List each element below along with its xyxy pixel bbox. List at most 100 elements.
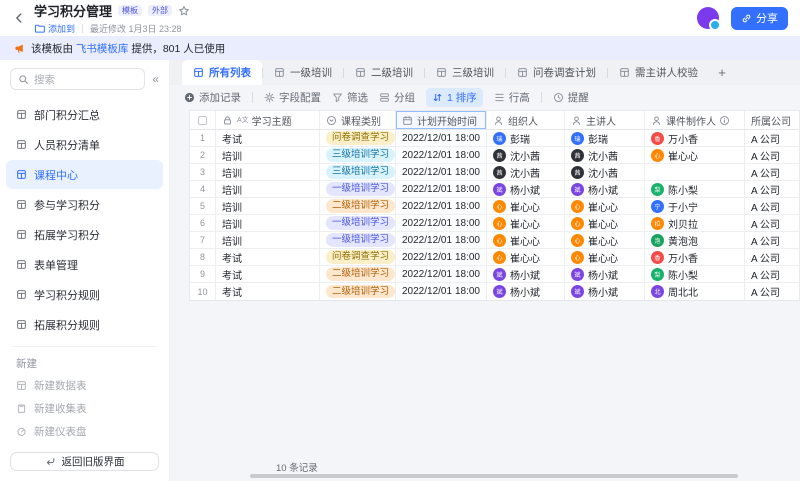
- organizer-cell[interactable]: 茜沈小茜: [487, 164, 565, 180]
- col-topic[interactable]: A文 学习主题: [216, 111, 320, 129]
- topic-cell[interactable]: 培训: [216, 215, 320, 231]
- start-time-cell[interactable]: 2022/12/01 18:00: [396, 232, 487, 248]
- new-datasheet-button[interactable]: 新建数据表: [0, 374, 169, 397]
- topic-cell[interactable]: 培训: [216, 198, 320, 214]
- template-library-link[interactable]: 飞书模板库: [76, 43, 129, 55]
- topic-cell[interactable]: 培训: [216, 181, 320, 197]
- speaker-cell[interactable]: 斌杨小斌: [565, 181, 645, 197]
- courseware-maker-cell[interactable]: 梨陈小梨: [645, 181, 745, 197]
- col-organizer[interactable]: 组织人: [487, 111, 565, 129]
- organizer-cell[interactable]: 茜沈小茜: [487, 147, 565, 163]
- col-courseware-maker[interactable]: 课件制作人: [645, 111, 745, 129]
- row-height-button[interactable]: 行高: [494, 90, 530, 105]
- category-cell[interactable]: 一级培训学习: [320, 181, 396, 197]
- add-view-button[interactable]: +: [709, 60, 735, 85]
- courseware-maker-cell[interactable]: 拉刘贝拉: [645, 215, 745, 231]
- tab-survey-plan[interactable]: 问卷调查计划: [506, 60, 607, 85]
- category-cell[interactable]: 三级培训学习: [320, 147, 396, 163]
- horizontal-scrollbar[interactable]: [250, 474, 738, 478]
- sidebar-item-learning-points-rules[interactable]: 学习积分规则: [6, 280, 163, 309]
- add-to-link[interactable]: 添加到: [34, 22, 75, 35]
- start-time-cell[interactable]: 2022/12/01 18:00: [396, 130, 487, 146]
- organizer-cell[interactable]: 心崔心心: [487, 249, 565, 265]
- table-row[interactable]: 7 培训 一级培训学习 2022/12/01 18:00 心崔心心心崔心心泡黄泡泡 A 公司: [190, 232, 799, 249]
- remind-button[interactable]: 提醒: [553, 90, 589, 105]
- topic-cell[interactable]: 培训: [216, 164, 320, 180]
- courseware-maker-cell[interactable]: 梨陈小梨: [645, 266, 745, 282]
- company-cell[interactable]: A 公司: [745, 232, 799, 248]
- new-form-button[interactable]: 新建收集表: [0, 397, 169, 420]
- category-cell[interactable]: 问卷调查学习: [320, 130, 396, 146]
- new-dashboard-button[interactable]: 新建仪表盘: [0, 420, 169, 443]
- company-cell[interactable]: A 公司: [745, 164, 799, 180]
- table-row[interactable]: 9 考试 二级培训学习 2022/12/01 18:00 斌杨小斌斌杨小斌梨陈小梨 A 公司: [190, 266, 799, 283]
- sidebar-item-course-center[interactable]: 课程中心: [6, 160, 163, 189]
- speaker-cell[interactable]: 心崔心心: [565, 215, 645, 231]
- courseware-maker-cell[interactable]: 香万小香: [645, 249, 745, 265]
- organizer-cell[interactable]: 斌杨小斌: [487, 181, 565, 197]
- organizer-cell[interactable]: 斌杨小斌: [487, 283, 565, 300]
- col-speaker[interactable]: 主讲人: [565, 111, 645, 129]
- category-cell[interactable]: 三级培训学习: [320, 164, 396, 180]
- start-time-cell[interactable]: 2022/12/01 18:00: [396, 181, 487, 197]
- organizer-cell[interactable]: 心崔心心: [487, 215, 565, 231]
- start-time-cell[interactable]: 2022/12/01 18:00: [396, 249, 487, 265]
- company-cell[interactable]: A 公司: [745, 130, 799, 146]
- category-cell[interactable]: 一级培训学习: [320, 232, 396, 248]
- sidebar-item-extended-points-rules[interactable]: 拓展积分规则: [6, 310, 163, 339]
- category-cell[interactable]: 二级培训学习: [320, 283, 396, 300]
- company-cell[interactable]: A 公司: [745, 283, 799, 300]
- courseware-maker-cell[interactable]: 心崔心心: [645, 147, 745, 163]
- speaker-cell[interactable]: 心崔心心: [565, 198, 645, 214]
- organizer-cell[interactable]: 心崔心心: [487, 232, 565, 248]
- search-input[interactable]: 搜索: [10, 68, 146, 90]
- courseware-maker-cell[interactable]: [645, 164, 745, 180]
- organizer-cell[interactable]: 斌杨小斌: [487, 266, 565, 282]
- sidebar-item-dept-points-summary[interactable]: 部门积分汇总: [6, 100, 163, 129]
- tab-level2-training[interactable]: 二级培训: [344, 60, 424, 85]
- tab-level1-training[interactable]: 一级培训: [263, 60, 343, 85]
- table-row[interactable]: 3 培训 三级培训学习 2022/12/01 18:00 茜沈小茜茜沈小茜 A 公司: [190, 164, 799, 181]
- category-cell[interactable]: 问卷调查学习: [320, 249, 396, 265]
- company-cell[interactable]: A 公司: [745, 215, 799, 231]
- start-time-cell[interactable]: 2022/12/01 18:00: [396, 198, 487, 214]
- start-time-cell[interactable]: 2022/12/01 18:00: [396, 215, 487, 231]
- col-select[interactable]: [190, 111, 216, 129]
- courseware-maker-cell[interactable]: 香万小香: [645, 130, 745, 146]
- speaker-cell[interactable]: 茜沈小茜: [565, 147, 645, 163]
- table-row[interactable]: 4 培训 一级培训学习 2022/12/01 18:00 斌杨小斌斌杨小斌梨陈小梨 A 公司: [190, 181, 799, 198]
- tab-level3-training[interactable]: 三级培训: [425, 60, 505, 85]
- category-cell[interactable]: 一级培训学习: [320, 215, 396, 231]
- table-row[interactable]: 5 培训 二级培训学习 2022/12/01 18:00 心崔心心心崔心心宁于小宁 A 公司: [190, 198, 799, 215]
- category-cell[interactable]: 二级培训学习: [320, 198, 396, 214]
- sidebar-item-member-points-list[interactable]: 人员积分清单: [6, 130, 163, 159]
- start-time-cell[interactable]: 2022/12/01 18:00: [396, 164, 487, 180]
- sidebar-item-participate-learning-points[interactable]: 参与学习积分: [6, 190, 163, 219]
- tab-all-list[interactable]: 所有列表: [182, 60, 262, 85]
- add-record-button[interactable]: 添加记录: [184, 90, 241, 105]
- back-icon[interactable]: [12, 11, 26, 25]
- courseware-maker-cell[interactable]: 泡黄泡泡: [645, 232, 745, 248]
- table-row[interactable]: 1 考试 问卷调查学习 2022/12/01 18:00 瑞彭瑞瑞彭瑞香万小香 A 公司: [190, 130, 799, 147]
- courseware-maker-cell[interactable]: 北周北北: [645, 283, 745, 300]
- speaker-cell[interactable]: 茜沈小茜: [565, 164, 645, 180]
- table-row[interactable]: 2 培训 三级培训学习 2022/12/01 18:00 茜沈小茜茜沈小茜心崔心心 A 公司: [190, 147, 799, 164]
- table-row[interactable]: 8 考试 问卷调查学习 2022/12/01 18:00 心崔心心心崔心心香万小香 A 公司: [190, 249, 799, 266]
- tab-speaker-verification[interactable]: 需主讲人校验: [608, 60, 709, 85]
- topic-cell[interactable]: 考试: [216, 266, 320, 282]
- favorite-star-icon[interactable]: [178, 5, 190, 17]
- speaker-cell[interactable]: 斌杨小斌: [565, 266, 645, 282]
- sidebar-item-form-management[interactable]: 表单管理: [6, 250, 163, 279]
- collapse-sidebar-icon[interactable]: «: [152, 72, 159, 86]
- topic-cell[interactable]: 考试: [216, 283, 320, 300]
- start-time-cell[interactable]: 2022/12/01 18:00: [396, 283, 487, 300]
- select-all-checkbox[interactable]: [198, 115, 207, 125]
- courseware-maker-cell[interactable]: 宁于小宁: [645, 198, 745, 214]
- table-row[interactable]: 6 培训 一级培训学习 2022/12/01 18:00 心崔心心心崔心心拉刘贝拉 A 公司: [190, 215, 799, 232]
- col-category[interactable]: 课程类别: [320, 111, 396, 129]
- speaker-cell[interactable]: 心崔心心: [565, 249, 645, 265]
- share-button[interactable]: 分享: [731, 6, 788, 30]
- start-time-cell[interactable]: 2022/12/01 18:00: [396, 147, 487, 163]
- back-to-old-version-button[interactable]: 返回旧版界面: [10, 451, 159, 471]
- field-config-button[interactable]: 字段配置: [264, 90, 321, 105]
